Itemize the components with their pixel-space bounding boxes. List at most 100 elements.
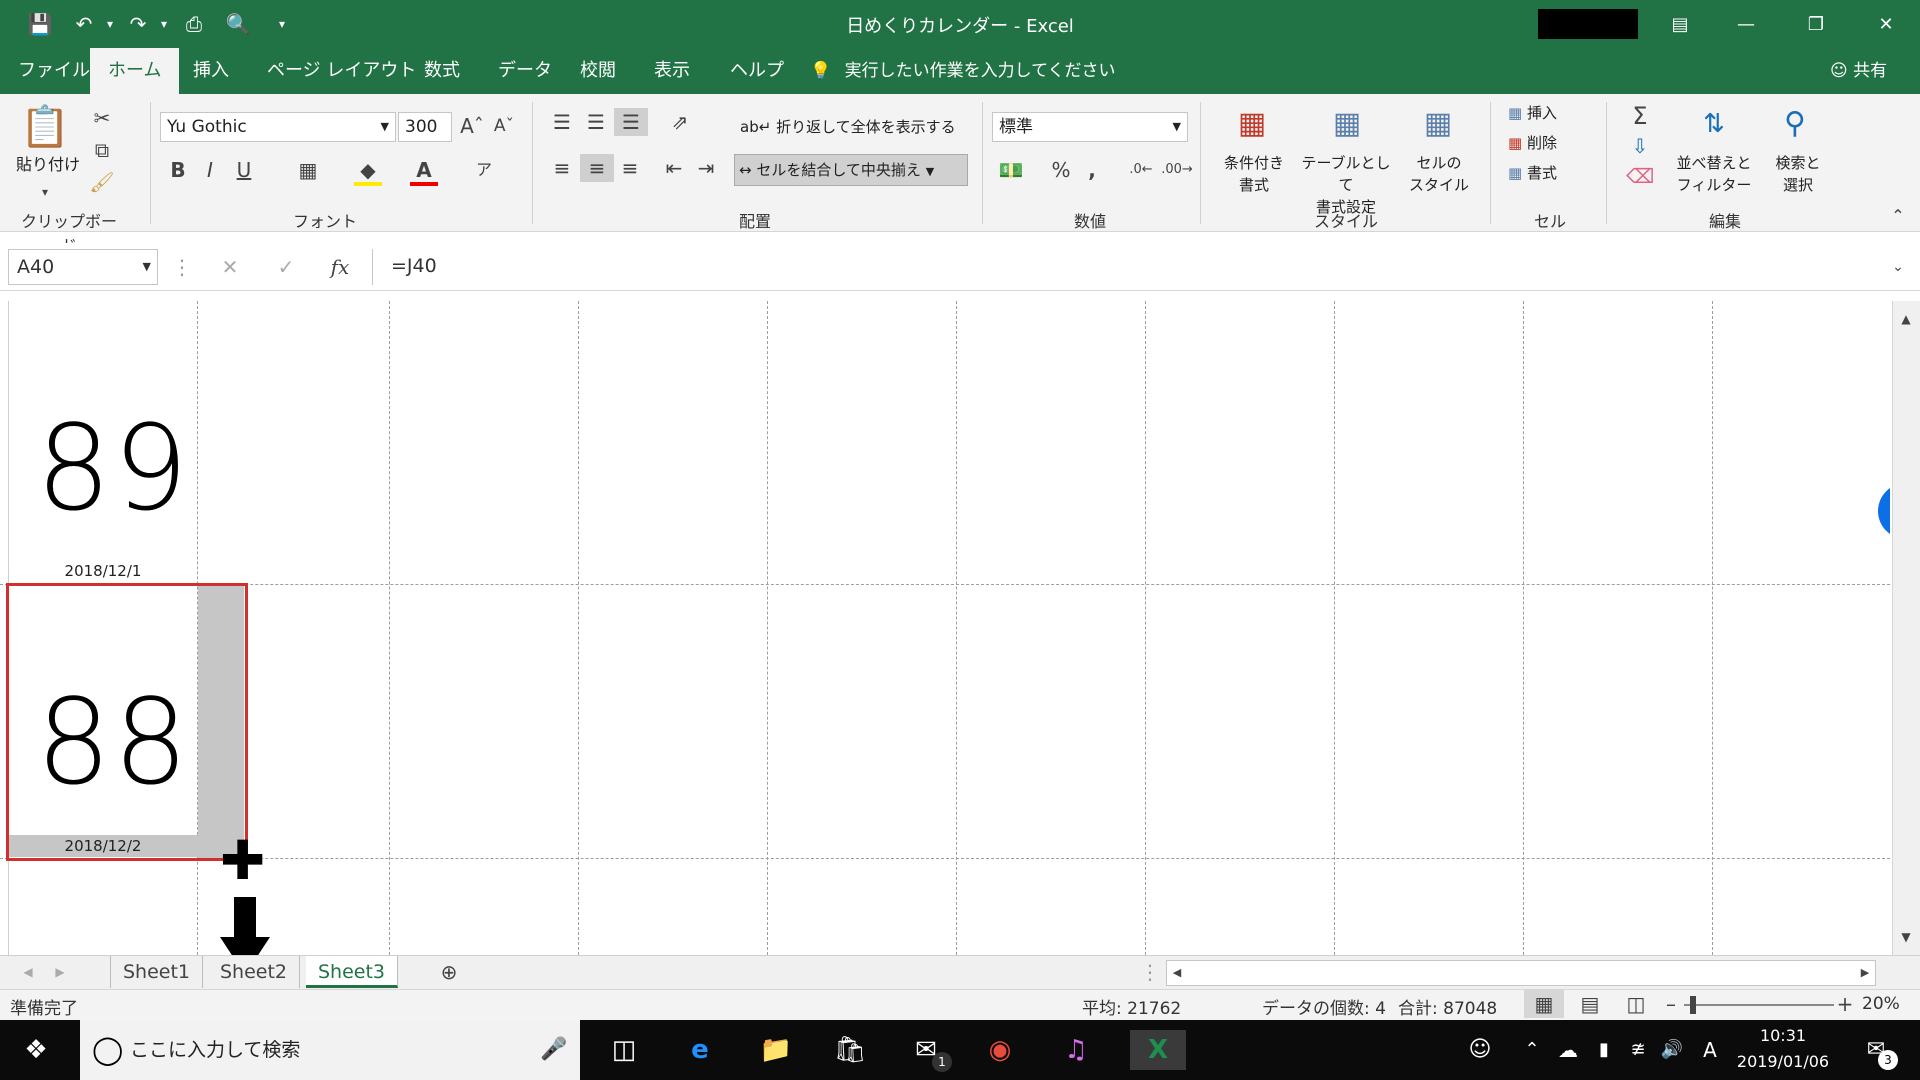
decrease-decimal-icon[interactable]: .00→: [1160, 156, 1194, 184]
format-cells-button[interactable]: ▦ 書式: [1508, 162, 1557, 184]
sort-filter-icon[interactable]: ⇅: [1690, 102, 1738, 146]
sort-filter-button[interactable]: 並べ替えと フィルター: [1672, 152, 1756, 196]
zoom-slider-thumb[interactable]: [1690, 996, 1696, 1014]
formula-input[interactable]: =J40: [372, 249, 1882, 285]
scroll-right-icon[interactable]: ▶: [1855, 959, 1875, 987]
insert-function-icon[interactable]: fx: [326, 253, 354, 281]
clear-icon[interactable]: ⌫: [1626, 162, 1654, 190]
horizontal-scrollbar[interactable]: ◀ ▶: [1166, 960, 1876, 986]
new-sheet-icon[interactable]: ⊕: [436, 958, 462, 986]
align-top-icon[interactable]: ☰: [548, 108, 576, 136]
delete-cells-button[interactable]: ▦ 削除: [1508, 132, 1557, 154]
mail-icon[interactable]: ✉ 1: [906, 1030, 952, 1072]
taskbar-search[interactable]: ◯ ここに入力して検索 🎤: [80, 1020, 580, 1080]
account-name-redacted[interactable]: [1538, 9, 1638, 39]
expand-formula-bar-icon[interactable]: ⌄: [1886, 253, 1910, 281]
worksheet-grid[interactable]: 89 2018/12/1 88 2018/12/2 ✚ ❖: [0, 301, 1890, 955]
find-select-button[interactable]: 検索と 選択: [1766, 152, 1830, 196]
name-box[interactable]: A40 ▼: [8, 249, 158, 285]
tab-home[interactable]: ホーム: [90, 48, 180, 94]
minimize-button[interactable]: —: [1716, 0, 1776, 48]
tab-review[interactable]: 校閲: [580, 48, 616, 94]
phonetic-guide-icon[interactable]: ア: [470, 156, 498, 184]
merge-center-button[interactable]: ↔ セルを結合して中央揃え ▼: [734, 154, 968, 186]
file-explorer-icon[interactable]: 📁: [756, 1030, 796, 1070]
sheet-tab-3[interactable]: Sheet3: [306, 956, 399, 988]
increase-font-icon[interactable]: Aˆ: [458, 112, 486, 140]
store-icon[interactable]: 🛍: [830, 1030, 870, 1070]
volume-icon[interactable]: 🔊: [1652, 1030, 1692, 1070]
normal-view-icon[interactable]: ▦: [1524, 990, 1564, 1018]
chrome-icon[interactable]: ◉: [980, 1030, 1020, 1070]
restore-button[interactable]: ❐: [1786, 0, 1846, 48]
insert-cells-button[interactable]: ▦ 挿入: [1508, 102, 1557, 124]
scroll-sheets-left-icon[interactable]: ◀: [18, 958, 38, 986]
excel-taskbar-icon[interactable]: X: [1130, 1030, 1186, 1070]
edge-browser-icon[interactable]: e: [680, 1030, 720, 1070]
notification-icon[interactable]: ✉ 3: [1856, 1030, 1898, 1070]
scroll-up-icon[interactable]: ▲: [1895, 305, 1917, 333]
align-left-icon[interactable]: ≡: [548, 154, 576, 182]
percent-icon[interactable]: %: [1048, 156, 1074, 184]
tab-help[interactable]: ヘルプ: [730, 48, 784, 94]
tab-insert[interactable]: 挿入: [193, 48, 229, 94]
paste-dropdown-icon[interactable]: ▾: [42, 178, 48, 206]
conditional-formatting-icon[interactable]: ▦: [1232, 102, 1272, 146]
align-middle-icon[interactable]: ☰: [582, 108, 610, 136]
hidden-icons-chevron-icon[interactable]: ⌃: [1512, 1030, 1552, 1070]
selected-range[interactable]: [6, 583, 248, 861]
zoom-level[interactable]: 20%: [1862, 994, 1900, 1014]
comma-style-icon[interactable]: ,: [1082, 156, 1102, 184]
vertical-scrollbar[interactable]: ▲ ▼: [1892, 301, 1920, 955]
increase-indent-icon[interactable]: ⇥: [692, 154, 720, 182]
underline-icon[interactable]: U: [232, 156, 256, 184]
align-right-icon[interactable]: ≡: [616, 154, 644, 182]
scroll-down-icon[interactable]: ▼: [1895, 923, 1917, 951]
align-bottom-icon[interactable]: ☰: [614, 108, 648, 136]
clock-time[interactable]: 10:31: [1728, 1026, 1838, 1045]
share-button[interactable]: ☺ 共有: [1830, 48, 1887, 94]
italic-icon[interactable]: I: [198, 156, 222, 184]
cancel-entry-icon[interactable]: ✕: [216, 253, 244, 281]
sheet-tab-1[interactable]: Sheet1: [110, 956, 204, 988]
format-as-table-icon[interactable]: ▦: [1325, 102, 1369, 146]
tab-data[interactable]: データ: [498, 48, 552, 94]
find-select-icon[interactable]: ⚲: [1772, 102, 1818, 146]
font-size-box[interactable]: 300: [398, 112, 452, 142]
windows-start-icon[interactable]: ❖: [16, 1030, 56, 1070]
decrease-indent-icon[interactable]: ⇤: [660, 154, 688, 182]
font-name-box[interactable]: Yu Gothic ▼: [160, 112, 396, 142]
microphone-icon[interactable]: 🎤: [540, 1020, 567, 1080]
align-center-icon[interactable]: ≡: [580, 154, 614, 182]
bold-icon[interactable]: B: [166, 156, 190, 184]
close-button[interactable]: ✕: [1856, 0, 1916, 48]
dropbox-icon[interactable]: ❖: [1878, 483, 1890, 539]
increase-decimal-icon[interactable]: .0←: [1124, 156, 1158, 184]
tab-view[interactable]: 表示: [654, 48, 690, 94]
confirm-entry-icon[interactable]: ✓: [272, 253, 300, 281]
sheet-tab-2[interactable]: Sheet2: [208, 956, 301, 988]
fill-color-icon[interactable]: ◆: [354, 156, 382, 186]
orientation-icon[interactable]: ⇗: [660, 108, 700, 136]
itunes-icon[interactable]: ♫: [1056, 1030, 1096, 1070]
scroll-sheets-right-icon[interactable]: ▶: [50, 958, 70, 986]
fill-icon[interactable]: ⇩: [1626, 132, 1654, 160]
zoom-out-icon[interactable]: –: [1660, 990, 1682, 1018]
decrease-font-icon[interactable]: Aˇ: [490, 112, 518, 140]
tell-me-search[interactable]: 💡 実行したい作業を入力してください: [810, 48, 1116, 94]
tab-file[interactable]: ファイル: [18, 48, 90, 94]
format-painter-icon[interactable]: 🖌: [88, 168, 116, 196]
paste-icon[interactable]: 📋: [20, 102, 70, 152]
conditional-formatting-button[interactable]: 条件付き 書式: [1216, 152, 1292, 196]
borders-icon[interactable]: ▦: [294, 156, 322, 184]
cell-styles-icon[interactable]: ▦: [1416, 102, 1460, 146]
drag-handle-icon[interactable]: ⋮: [172, 253, 192, 281]
copy-icon[interactable]: ⧉: [88, 136, 116, 164]
accounting-format-icon[interactable]: 💵: [996, 156, 1026, 184]
zoom-in-icon[interactable]: +: [1834, 990, 1856, 1018]
cut-icon[interactable]: ✂: [88, 104, 116, 132]
wrap-text-button[interactable]: ab↵ 折り返して全体を表示する: [740, 116, 956, 138]
drag-handle-icon[interactable]: ⋮: [1140, 958, 1160, 986]
collapse-ribbon-icon[interactable]: ⌃: [1886, 202, 1910, 230]
tab-page-layout[interactable]: ページ レイアウト: [267, 48, 416, 94]
